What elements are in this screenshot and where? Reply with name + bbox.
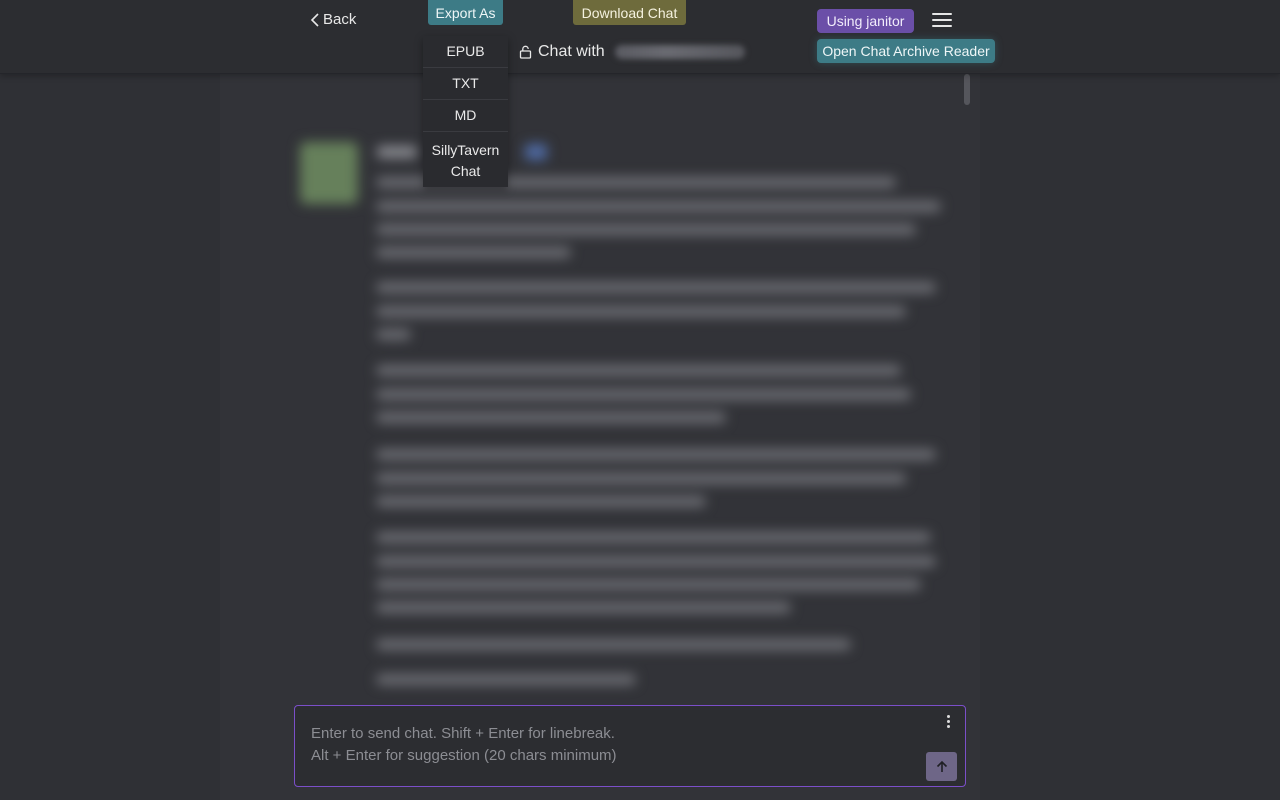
blurred-message	[220, 74, 980, 800]
chat-message-area	[220, 74, 980, 800]
chat-composer[interactable]: Enter to send chat. Shift + Enter for li…	[294, 705, 966, 787]
export-dropdown-menu: EPUB TXT MD SillyTavern Chat	[423, 36, 508, 187]
kebab-menu-icon[interactable]	[945, 715, 951, 731]
arrow-up-icon	[936, 760, 947, 772]
chat-title: Chat with	[519, 43, 745, 61]
composer-placeholder[interactable]: Enter to send chat. Shift + Enter for li…	[311, 723, 911, 767]
message-tag-blurred	[525, 144, 547, 160]
lock-icon	[519, 45, 532, 59]
top-header: Back Export As Download Chat Chat with U…	[0, 0, 1280, 74]
export-as-button[interactable]: Export As	[428, 0, 503, 25]
back-button[interactable]: Back	[309, 11, 356, 28]
open-archive-reader-button[interactable]: Open Chat Archive Reader	[817, 39, 995, 63]
download-chat-button[interactable]: Download Chat	[573, 0, 686, 25]
export-option-txt[interactable]: TXT	[423, 68, 508, 100]
export-option-epub[interactable]: EPUB	[423, 36, 508, 68]
avatar	[300, 142, 358, 204]
chat-title-prefix: Chat with	[538, 43, 605, 60]
hamburger-menu-icon[interactable]	[932, 13, 952, 29]
chevron-left-icon	[310, 12, 319, 27]
export-option-sillytavern[interactable]: SillyTavern Chat	[423, 132, 508, 187]
back-label: Back	[323, 11, 357, 28]
chat-scrollbar[interactable]	[964, 74, 970, 105]
export-option-md[interactable]: MD	[423, 100, 508, 132]
chat-page: Back Export As Download Chat Chat with U…	[0, 0, 1280, 800]
send-button[interactable]	[926, 752, 957, 781]
blurred-character-name	[614, 45, 745, 59]
using-api-badge[interactable]: Using janitor	[817, 9, 914, 33]
message-author-blurred	[377, 146, 417, 158]
